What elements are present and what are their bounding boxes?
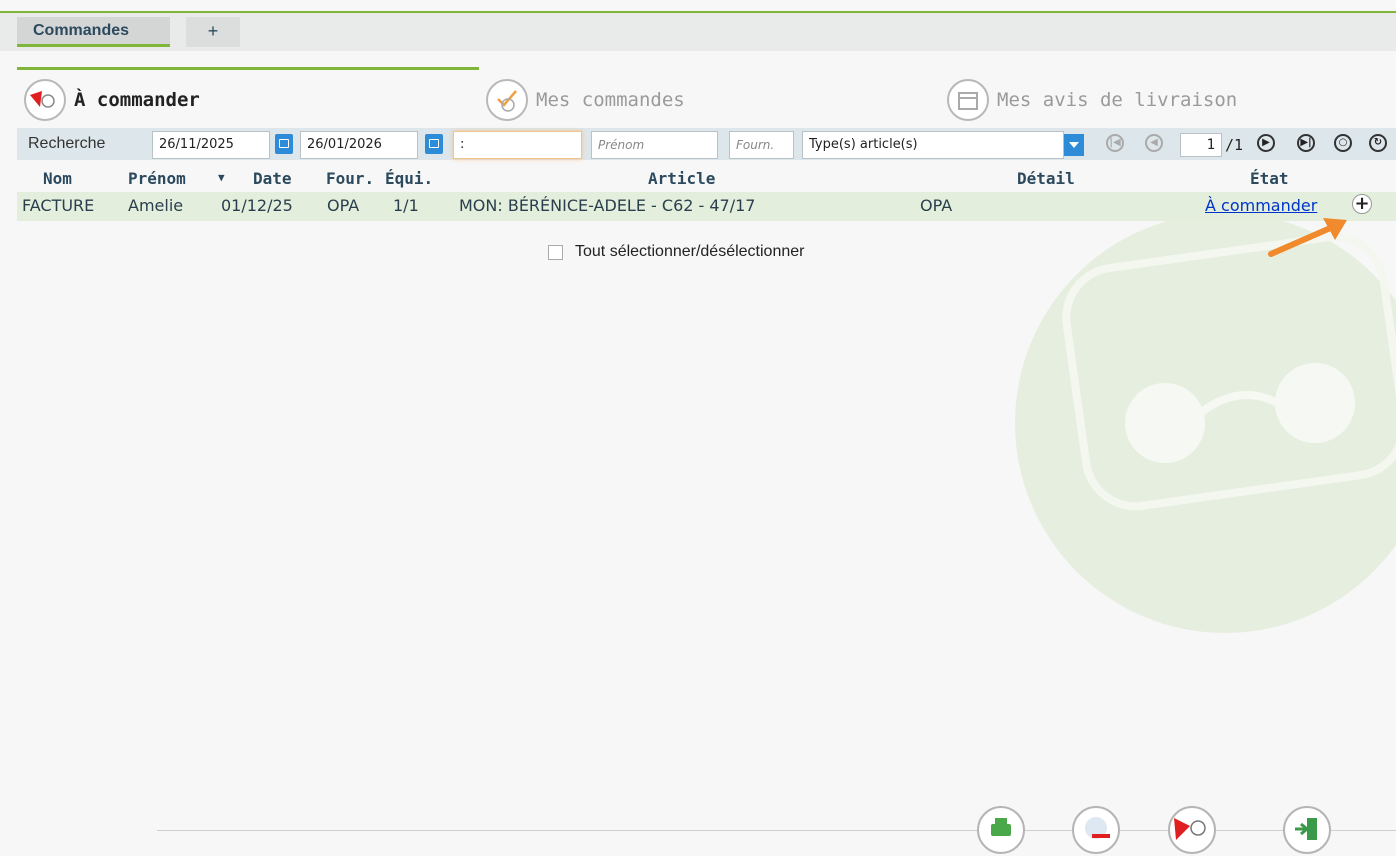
search-icon[interactable]: ○: [1334, 134, 1352, 152]
last-page-icon[interactable]: ▶|: [1297, 134, 1315, 152]
nom-search-input[interactable]: :: [453, 131, 582, 159]
sort-desc-icon: ▼: [218, 171, 225, 184]
select-all-toggle[interactable]: Tout sélectionner/désélectionner: [548, 243, 804, 261]
section-a-commander[interactable]: À commander: [24, 78, 200, 122]
order-glasses-button[interactable]: [1168, 806, 1216, 854]
section-label-a-commander: À commander: [74, 89, 200, 111]
cell-date: 01/12/25: [221, 196, 293, 215]
exit-icon: [1295, 818, 1317, 840]
cell-equi: 1/1: [393, 196, 419, 215]
calendar-icon[interactable]: [425, 134, 443, 154]
col-header-article[interactable]: Article: [648, 169, 715, 188]
cell-nom: FACTURE: [22, 196, 95, 215]
select-all-checkbox[interactable]: [548, 244, 563, 260]
next-page-icon[interactable]: ▶: [1257, 134, 1275, 152]
print-button[interactable]: [977, 806, 1025, 854]
box-delivery-icon: [947, 79, 989, 121]
col-header-equi[interactable]: Équi.: [385, 169, 433, 188]
type-article-select[interactable]: Type(s) article(s): [802, 131, 1064, 159]
dropdown-arrow-icon[interactable]: [1064, 134, 1084, 156]
refresh-icon[interactable]: ↻: [1369, 134, 1387, 152]
remove-lens-button[interactable]: [1072, 806, 1120, 854]
first-page-icon[interactable]: |◀: [1106, 134, 1124, 152]
page-total: /1: [1225, 136, 1244, 154]
fourn-search-input[interactable]: Fourn.: [729, 131, 794, 159]
print-icon: [991, 818, 1011, 836]
watermark-glasses-logo: [1015, 213, 1396, 633]
glasses-order-icon: [24, 79, 66, 121]
cell-four: OPA: [327, 196, 360, 215]
section-label-mes-avis: Mes avis de livraison: [997, 89, 1238, 111]
add-tab-button[interactable]: +: [186, 17, 240, 47]
search-label: Recherche: [28, 135, 106, 152]
calendar-icon[interactable]: [275, 134, 293, 154]
col-header-etat[interactable]: État: [1250, 169, 1289, 188]
col-header-four[interactable]: Four.: [326, 169, 374, 188]
prenom-search-input[interactable]: Prénom: [591, 131, 718, 159]
section-mes-commandes[interactable]: Mes commandes: [486, 78, 685, 122]
page-number-input[interactable]: 1: [1180, 133, 1222, 157]
date-from-input[interactable]: 26/11/2025: [152, 131, 270, 159]
etat-link-a-commander[interactable]: À commander: [1205, 196, 1317, 215]
col-header-detail[interactable]: Détail: [1017, 169, 1075, 188]
section-label-mes-commandes: Mes commandes: [536, 89, 685, 111]
select-all-label: Tout sélectionner/désélectionner: [575, 243, 805, 260]
prev-page-icon[interactable]: ◀: [1145, 134, 1163, 152]
order-glasses-icon: [1174, 818, 1206, 840]
cell-detail: OPA: [920, 196, 953, 215]
col-header-prenom[interactable]: Prénom: [128, 169, 186, 188]
section-mes-avis-livraison[interactable]: Mes avis de livraison: [947, 78, 1237, 122]
tab-commandes[interactable]: Commandes: [17, 17, 170, 47]
cell-article: MON: BÉRÉNICE-ADELE - C62 - 47/17: [459, 196, 756, 215]
annotation-arrow: [1268, 218, 1347, 257]
remove-lens-icon: [1085, 817, 1110, 839]
date-to-input[interactable]: 26/01/2026: [300, 131, 418, 159]
plus-icon[interactable]: +: [1352, 194, 1372, 214]
active-section-underline: [17, 67, 479, 70]
col-header-date[interactable]: Date: [253, 169, 292, 188]
glasses-check-icon: [486, 79, 528, 121]
col-header-nom[interactable]: Nom: [43, 169, 72, 188]
cell-prenom: Amelie: [128, 196, 184, 215]
exit-button[interactable]: [1283, 806, 1331, 854]
